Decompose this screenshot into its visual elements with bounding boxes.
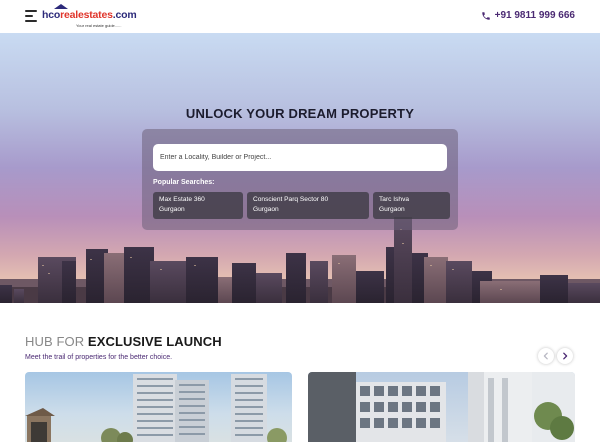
carousel-next-button[interactable] <box>557 348 573 364</box>
popular-searches-label: Popular Searches: <box>153 179 215 186</box>
site-header: hcorealestates.com Your real estate guid… <box>0 0 600 33</box>
hamburger-menu-icon[interactable] <box>25 10 38 22</box>
logo-wordmark: hcorealestates.com <box>42 9 137 21</box>
popular-search-chip[interactable]: Conscient Parq Sector 80 Gurgaon <box>247 192 369 219</box>
popular-search-chip[interactable]: Tarc Ishva Gurgaon <box>373 192 450 219</box>
chevron-right-icon <box>563 352 568 360</box>
search-input[interactable] <box>153 144 447 171</box>
property-card[interactable] <box>25 372 292 442</box>
popular-search-chip[interactable]: Max Estate 360 Gurgaon <box>153 192 243 219</box>
phone-icon <box>481 11 490 20</box>
property-image <box>308 372 575 442</box>
popular-searches-list: Max Estate 360 Gurgaon Conscient Parq Se… <box>153 192 450 219</box>
phone-number: +91 9811 999 666 <box>494 10 575 21</box>
property-image <box>25 374 287 442</box>
hero-title: UNLOCK YOUR DREAM PROPERTY <box>185 106 415 121</box>
section-title: HUB FOR EXCLUSIVE LAUNCH <box>25 334 222 349</box>
chevron-left-icon <box>543 352 548 360</box>
phone-link[interactable]: +91 9811 999 666 <box>481 10 575 21</box>
section-subtitle: Meet the trail of properties for the bet… <box>25 354 173 361</box>
logo-tagline: Your real estate guide...... <box>76 23 122 28</box>
site-logo[interactable]: hcorealestates.com Your real estate guid… <box>42 4 137 29</box>
carousel-prev-button[interactable] <box>538 348 554 364</box>
search-panel: Popular Searches: Max Estate 360 Gurgaon… <box>142 129 458 230</box>
property-card[interactable] <box>308 372 575 442</box>
hero-banner: UNLOCK YOUR DREAM PROPERTY Popular Searc… <box>0 33 600 303</box>
